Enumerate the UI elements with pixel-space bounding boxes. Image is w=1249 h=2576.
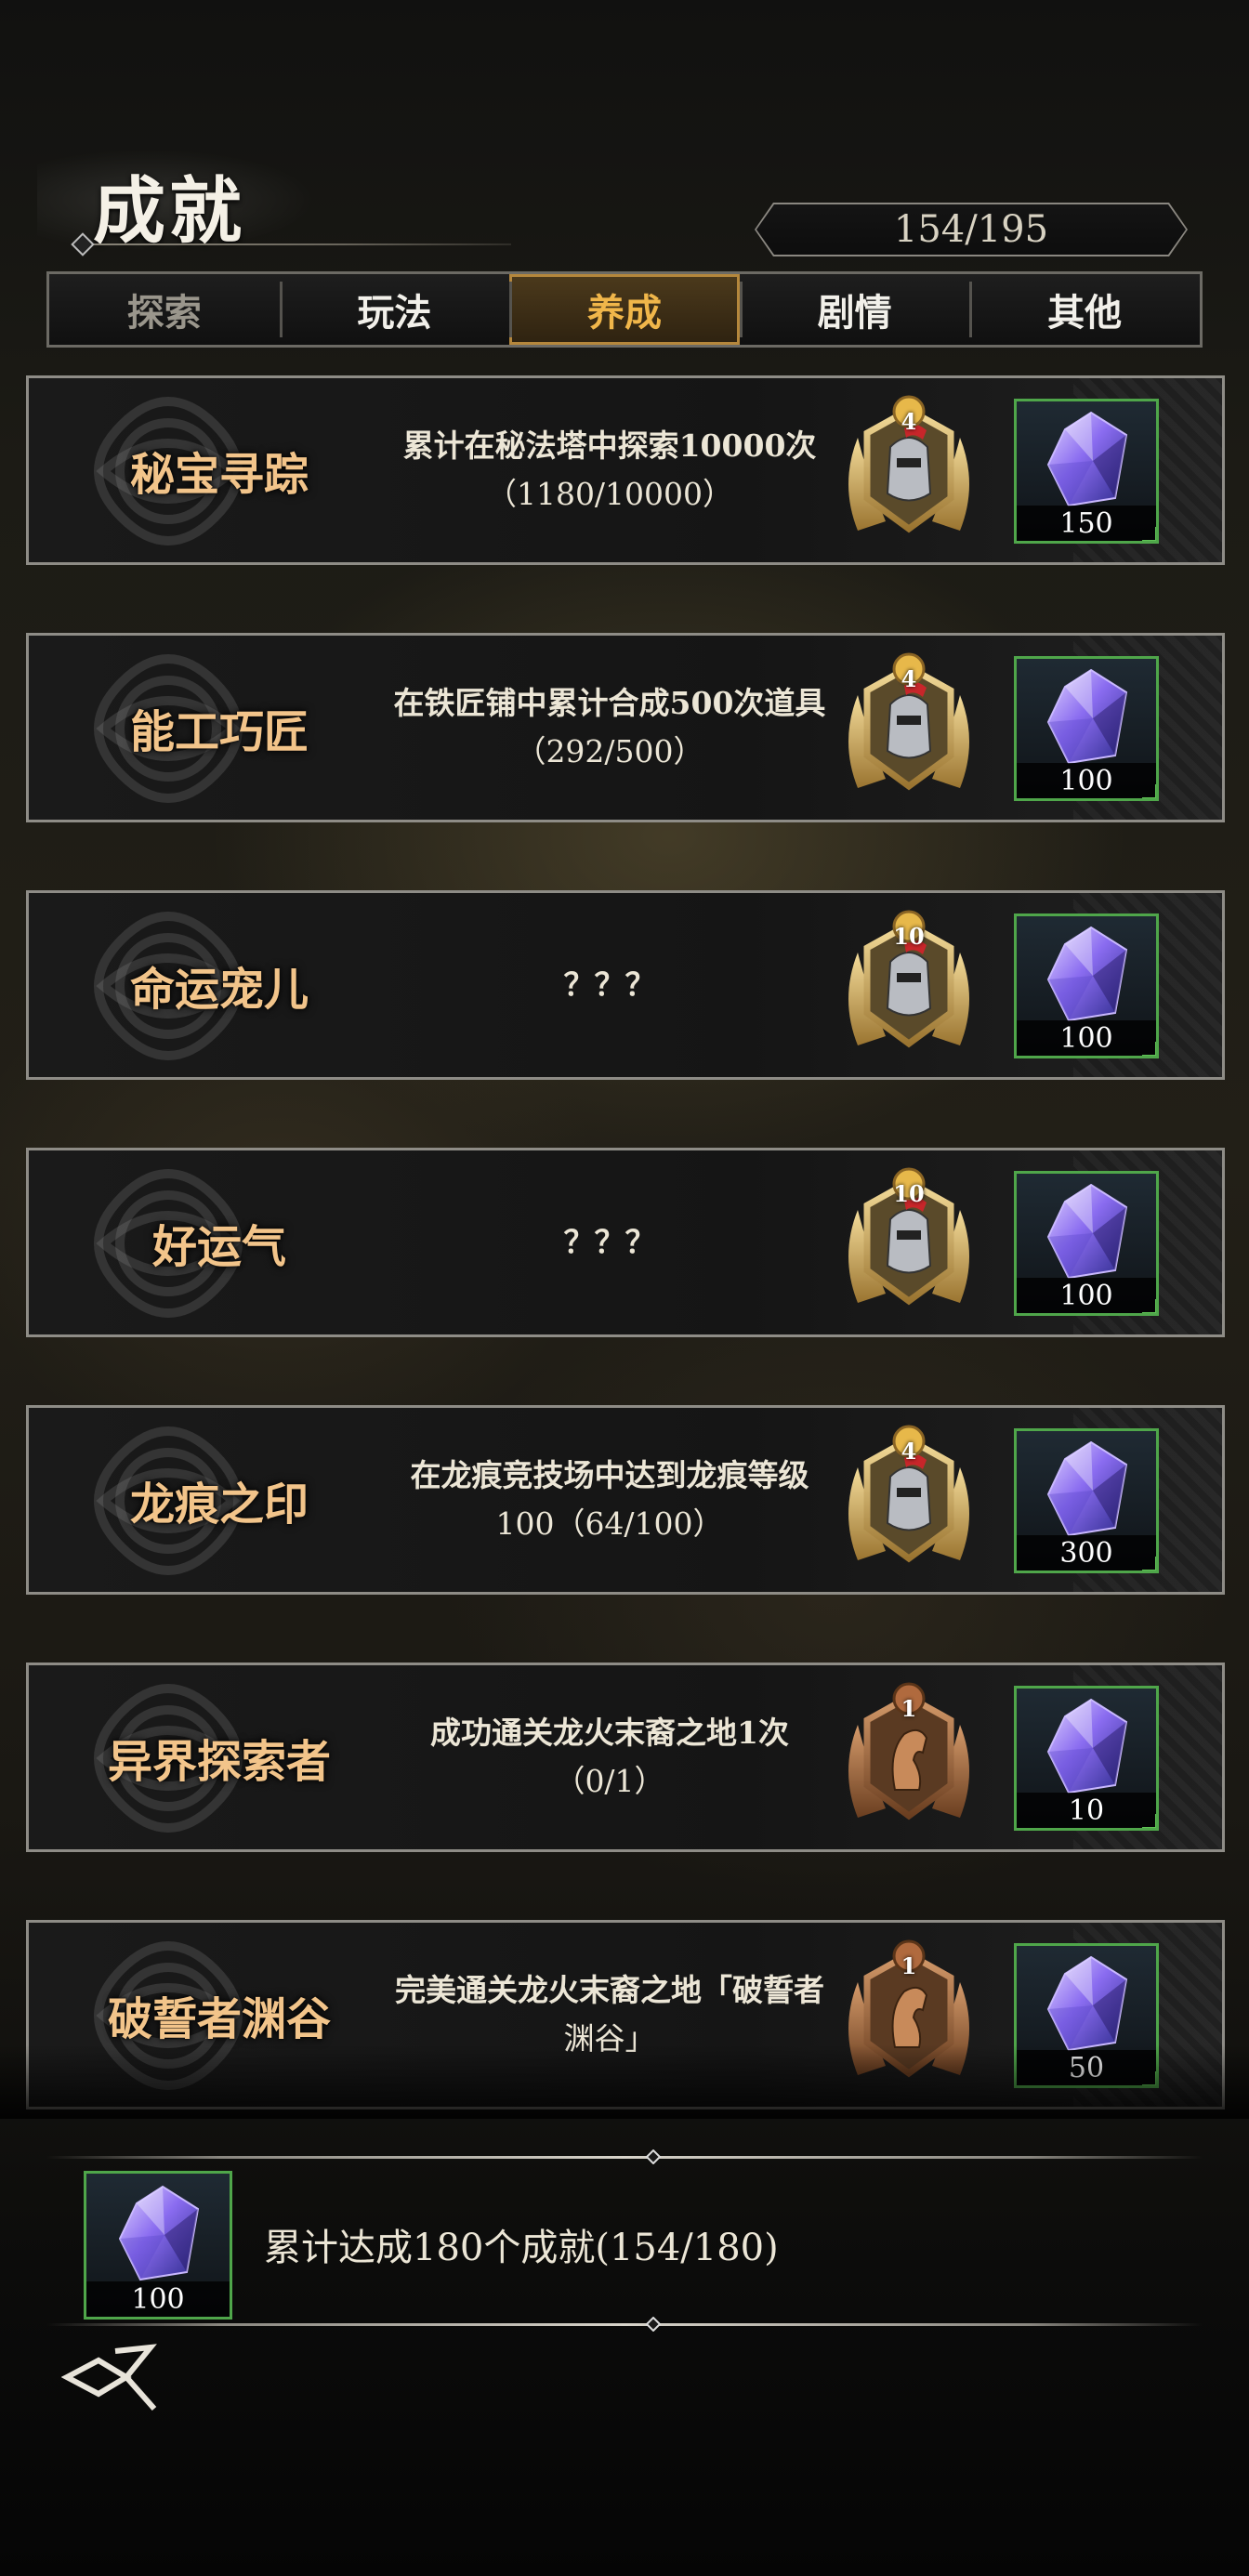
reward-slot[interactable]: 100 <box>1014 913 1159 1058</box>
reward-quantity: 100 <box>1017 1020 1156 1056</box>
purple-crystal-icon <box>1037 1953 1139 2056</box>
purple-crystal-icon <box>1037 409 1139 511</box>
achievement-description: 在龙痕竞技场中达到龙痕等级 100（64/100） <box>335 1408 884 1592</box>
reward-slot[interactable]: 100 <box>1014 1171 1159 1316</box>
purple-crystal-icon <box>1037 666 1139 769</box>
reward-slot[interactable]: 10 <box>1014 1686 1159 1831</box>
purple-crystal-icon <box>1037 1439 1139 1541</box>
knight-helmet-silver-icon: 10 <box>830 1163 988 1321</box>
achievement-description: 累计在秘法塔中探索10000次 （1180/10000） <box>335 378 884 562</box>
achievement-card[interactable]: 秘宝寻踪 累计在秘法塔中探索10000次 （1180/10000） 4 150 <box>26 375 1225 565</box>
description-text: 成功通关龙火末裔之地1次 <box>430 1715 789 1751</box>
achievement-card[interactable]: 异界探索者 成功通关龙火末裔之地1次 （0/1） 1 10 <box>26 1663 1225 1852</box>
medal-level: 4 <box>901 1438 917 1465</box>
page-title: 成就 <box>93 169 246 254</box>
divider-ornament-icon <box>645 2317 662 2332</box>
divider-top <box>46 2156 1203 2159</box>
medal-level: 4 <box>901 408 917 435</box>
reward-quantity: 100 <box>1017 1278 1156 1313</box>
tab-explore[interactable]: 探索 <box>49 274 280 345</box>
medal-level: 1 <box>901 1952 917 1979</box>
progress-text: （0/1） <box>554 1763 665 1799</box>
progress-text: （292/500） <box>515 733 704 769</box>
reward-slot[interactable]: 150 <box>1014 399 1159 544</box>
achievement-card[interactable]: 命运宠儿 ？？？ 10 100 <box>26 890 1225 1080</box>
description-text: ？？？ <box>563 966 656 1003</box>
back-arrow-icon[interactable] <box>61 2340 164 2414</box>
purple-crystal-icon <box>1037 924 1139 1026</box>
category-tabs: 探索 玩法 养成 剧情 其他 <box>46 271 1203 348</box>
description-text: 在铁匠铺中累计合成500次道具 <box>393 685 826 721</box>
title-underline <box>74 243 511 245</box>
divider-bottom <box>46 2323 1203 2326</box>
achievement-card[interactable]: 好运气 ？？？ 10 100 <box>26 1148 1225 1337</box>
medal-level: 10 <box>893 1180 925 1207</box>
knight-helmet-silver-icon: 10 <box>830 906 988 1064</box>
knight-helmet-silver-icon: 4 <box>830 391 988 549</box>
achievement-description: ？？？ <box>335 1150 884 1334</box>
horse-head-bronze-icon: 1 <box>830 1678 988 1836</box>
reward-quantity: 150 <box>1017 506 1156 541</box>
header-title-area: 成就 <box>37 139 520 260</box>
divider-ornament-icon <box>645 2149 662 2164</box>
achievement-card[interactable]: 能工巧匠 在铁匠铺中累计合成500次道具 （292/500） 4 100 <box>26 633 1225 822</box>
tab-other[interactable]: 其他 <box>969 274 1200 345</box>
description-text: 完美通关龙火末裔之地「破誓者 <box>395 1972 824 2008</box>
tab-gameplay[interactable]: 玩法 <box>279 274 510 345</box>
summary-reward-slot[interactable]: 100 <box>84 2171 232 2320</box>
purple-crystal-icon <box>1037 1181 1139 1283</box>
reward-quantity: 300 <box>1017 1535 1156 1571</box>
description-text: 在龙痕竞技场中达到龙痕等级 <box>410 1457 809 1493</box>
reward-slot[interactable]: 100 <box>1014 656 1159 801</box>
reward-quantity: 100 <box>1017 763 1156 798</box>
purple-crystal-icon <box>1037 1696 1139 1798</box>
achievement-count: 154/195 <box>756 204 1186 255</box>
purple-crystal-icon <box>109 2183 211 2285</box>
description-text: 累计在秘法塔中探索10000次 <box>402 427 817 464</box>
tab-story[interactable]: 剧情 <box>739 274 970 345</box>
knight-helmet-silver-icon: 4 <box>830 649 988 807</box>
progress-text: （1180/10000） <box>485 476 734 512</box>
list-fade <box>0 2044 1249 2119</box>
reward-quantity: 100 <box>86 2281 230 2317</box>
achievement-card[interactable]: 龙痕之印 在龙痕竞技场中达到龙痕等级 100（64/100） 4 300 <box>26 1405 1225 1595</box>
achievement-count-badge: 154/195 <box>755 203 1188 256</box>
achievement-description: 在铁匠铺中累计合成500次道具 （292/500） <box>335 636 884 820</box>
reward-quantity: 10 <box>1017 1793 1156 1828</box>
medal-level: 1 <box>901 1695 917 1722</box>
progress-text: 100（64/100） <box>495 1505 724 1542</box>
knight-helmet-silver-icon: 4 <box>830 1421 988 1579</box>
medal-level: 4 <box>901 665 917 692</box>
summary-text: 累计达成180个成就(154/180) <box>264 2227 779 2269</box>
achievement-description: 成功通关龙火末裔之地1次 （0/1） <box>335 1665 884 1849</box>
reward-slot[interactable]: 300 <box>1014 1428 1159 1573</box>
medal-level: 10 <box>893 923 925 950</box>
description-text: ？？？ <box>563 1224 656 1260</box>
achievement-description: ？？？ <box>335 893 884 1077</box>
tab-growth[interactable]: 养成 <box>509 274 740 345</box>
